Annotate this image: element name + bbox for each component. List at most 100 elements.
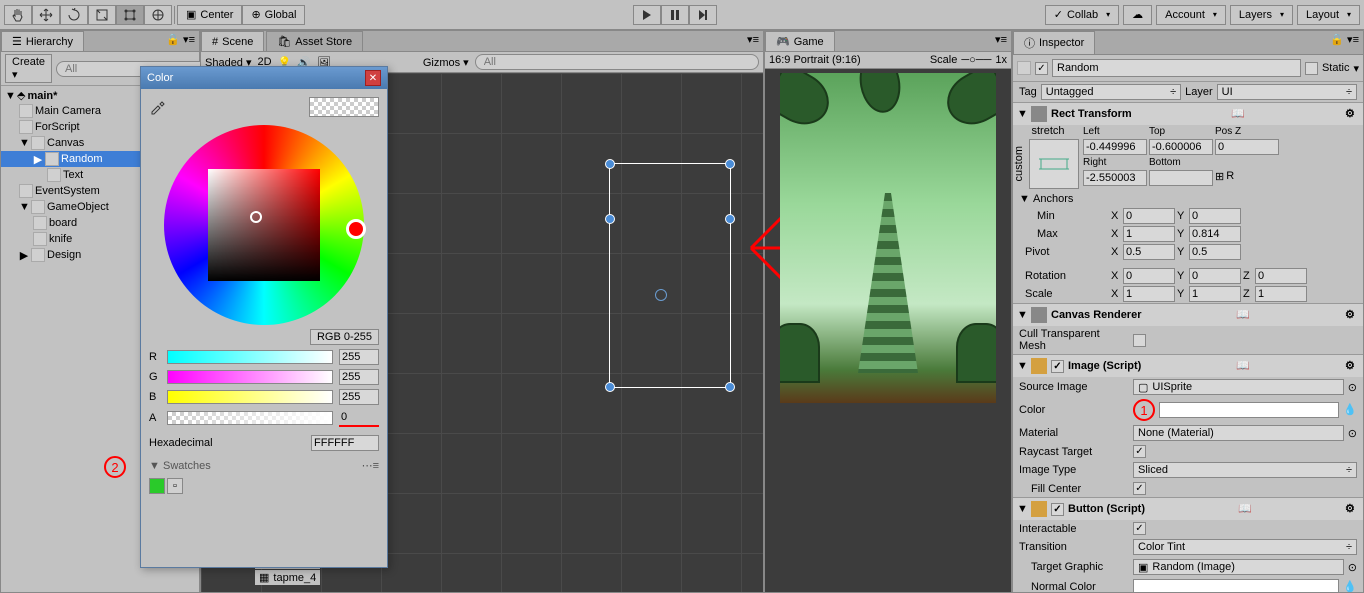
anchor-preset[interactable] <box>1029 139 1079 189</box>
raw-toggle[interactable]: R <box>1226 170 1234 186</box>
cloud-button[interactable]: ☁ <box>1123 5 1152 25</box>
top-field[interactable] <box>1149 139 1213 155</box>
component-help-icon[interactable]: 📖 <box>1236 359 1250 373</box>
color-wheel[interactable] <box>164 125 364 325</box>
g-slider[interactable] <box>167 370 333 384</box>
r-field[interactable] <box>339 349 379 365</box>
step-button[interactable] <box>689 5 717 25</box>
a-slider[interactable] <box>167 411 333 425</box>
scene-tab[interactable]: #Scene <box>201 31 264 51</box>
material-field[interactable]: None (Material) <box>1133 425 1344 441</box>
lock-icon[interactable]: 🔒 ▾≡ <box>1326 31 1363 54</box>
normal-color-field[interactable] <box>1133 579 1339 593</box>
source-image-field[interactable]: ▢UISprite <box>1133 379 1344 395</box>
a-field[interactable] <box>339 409 379 425</box>
left-field[interactable] <box>1083 139 1147 155</box>
panel-menu-icon[interactable]: ▾≡ <box>743 31 763 51</box>
game-tab[interactable]: 🎮Game <box>765 31 835 51</box>
scale-tool[interactable] <box>88 5 116 25</box>
tag-dropdown[interactable]: Untagged÷ <box>1041 84 1181 100</box>
rect-tool[interactable] <box>116 5 144 25</box>
pivot-y[interactable] <box>1189 244 1241 260</box>
cull-checkbox[interactable] <box>1133 334 1146 347</box>
target-graphic-field[interactable]: ▣Random (Image) <box>1133 559 1344 575</box>
swatch-item[interactable] <box>149 478 165 494</box>
component-gear-icon[interactable]: ⚙ <box>1345 308 1359 322</box>
object-picker-icon[interactable]: ⊙ <box>1348 381 1357 394</box>
anchor-max-x[interactable] <box>1123 226 1175 242</box>
right-field[interactable] <box>1083 170 1147 186</box>
anchor-max-y[interactable] <box>1189 226 1241 242</box>
component-gear-icon[interactable]: ⚙ <box>1345 359 1359 373</box>
hue-cursor[interactable] <box>346 219 366 239</box>
button-enabled[interactable] <box>1051 503 1064 516</box>
b-slider[interactable] <box>167 390 333 404</box>
rot-x[interactable] <box>1123 268 1175 284</box>
rgb-mode-dropdown[interactable]: RGB 0-255 <box>310 329 379 345</box>
interactable-checkbox[interactable] <box>1133 522 1146 535</box>
color-field[interactable] <box>1159 402 1339 418</box>
blueprint-toggle[interactable]: ⊞ <box>1215 170 1224 186</box>
eyedropper-tool[interactable] <box>149 97 167 115</box>
anchor-min-y[interactable] <box>1189 208 1241 224</box>
aspect-dropdown[interactable]: 16:9 Portrait (9:16) <box>769 54 861 66</box>
bottom-field[interactable] <box>1149 170 1213 186</box>
close-button[interactable]: ✕ <box>365 70 381 86</box>
sv-cursor[interactable] <box>250 211 262 223</box>
inspector-tab[interactable]: ⓘInspector <box>1013 31 1095 54</box>
hand-tool[interactable] <box>4 5 32 25</box>
scale-z[interactable] <box>1255 286 1307 302</box>
scale-y[interactable] <box>1189 286 1241 302</box>
scene-search[interactable] <box>475 54 759 70</box>
object-picker-icon[interactable]: ⊙ <box>1348 427 1357 440</box>
posz-field[interactable] <box>1215 139 1279 155</box>
image-enabled[interactable] <box>1051 360 1064 373</box>
component-gear-icon[interactable]: ⚙ <box>1345 502 1359 516</box>
collab-dropdown[interactable]: ✓Collab <box>1045 5 1119 25</box>
rotate-tool[interactable] <box>60 5 88 25</box>
layer-dropdown[interactable]: UI÷ <box>1217 84 1357 100</box>
eyedropper-icon[interactable]: 💧 <box>1343 580 1357 593</box>
layers-dropdown[interactable]: Layers <box>1230 5 1293 25</box>
fill-center-checkbox[interactable] <box>1133 482 1146 495</box>
scale-x[interactable] <box>1123 286 1175 302</box>
pause-button[interactable] <box>661 5 689 25</box>
component-help-icon[interactable]: 📖 <box>1231 107 1245 121</box>
image-type-dropdown[interactable]: Sliced÷ <box>1133 462 1357 478</box>
space-button[interactable]: ⊕Global <box>242 5 305 25</box>
pivot-button[interactable]: ▣Center <box>177 5 242 25</box>
transition-dropdown[interactable]: Color Tint÷ <box>1133 539 1357 555</box>
anchor-min-x[interactable] <box>1123 208 1175 224</box>
account-dropdown[interactable]: Account <box>1156 5 1226 25</box>
gizmos-dropdown[interactable]: Gizmos ▾ <box>423 56 469 69</box>
component-help-icon[interactable]: 📖 <box>1238 502 1252 516</box>
object-picker-icon[interactable]: ⊙ <box>1348 561 1357 574</box>
scale-slider[interactable]: ─○── <box>961 54 991 66</box>
color-window-titlebar[interactable]: Color✕ <box>141 67 387 89</box>
asset-store-tab[interactable]: 🛍Asset Store <box>266 31 363 51</box>
component-gear-icon[interactable]: ⚙ <box>1345 107 1359 121</box>
panel-menu-icon[interactable]: ▾≡ <box>991 31 1011 51</box>
rect-transform-gizmo[interactable] <box>609 163 731 388</box>
rot-y[interactable] <box>1189 268 1241 284</box>
swatch-menu-icon[interactable]: ⋯≡ <box>362 459 379 472</box>
move-tool[interactable] <box>32 5 60 25</box>
g-field[interactable] <box>339 369 379 385</box>
play-button[interactable] <box>633 5 661 25</box>
static-checkbox[interactable] <box>1305 62 1318 75</box>
project-item[interactable]: ▦tapme_4 <box>255 570 320 585</box>
hierarchy-tab[interactable]: ☰Hierarchy <box>1 31 84 51</box>
active-checkbox[interactable] <box>1035 62 1048 75</box>
create-dropdown[interactable]: Create ▾ <box>5 54 52 83</box>
r-slider[interactable] <box>167 350 333 364</box>
raycast-checkbox[interactable] <box>1133 445 1146 458</box>
eyedropper-icon[interactable]: 💧 <box>1343 403 1357 417</box>
name-field[interactable] <box>1052 59 1301 77</box>
hex-field[interactable] <box>311 435 379 451</box>
pivot-x[interactable] <box>1123 244 1175 260</box>
layout-dropdown[interactable]: Layout <box>1297 5 1360 25</box>
sv-square[interactable] <box>208 169 320 281</box>
lock-icon[interactable]: 🔒 ▾≡ <box>162 31 199 51</box>
rot-z[interactable] <box>1255 268 1307 284</box>
transform-tool[interactable] <box>144 5 172 25</box>
